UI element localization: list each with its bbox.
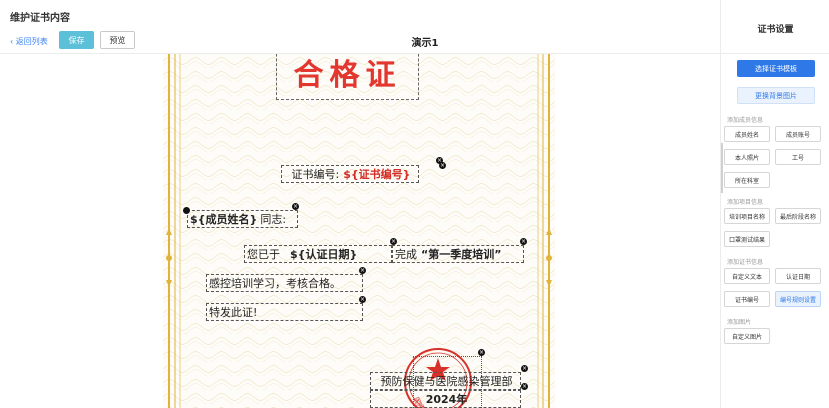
back-link-label: 返回列表 [15, 37, 48, 46]
preview-button[interactable]: 预览 [100, 31, 135, 49]
certificate-preview: 医院感染管理部 合格证 × 证书编号: ${证书编号} × ${成员姓名} 同志… [163, 54, 555, 408]
close-icon[interactable]: × [359, 296, 366, 303]
section-label-certificate: 添加证书信息 [727, 259, 764, 266]
year-text: 2024年 [425, 393, 468, 406]
section-label-project: 添加项目信息 [727, 199, 764, 206]
member-variable: ${成员姓名} [190, 213, 258, 226]
settings-panel: 证书设置 选择证书模板 更换背景图片 添加成员信息 成员姓名 成员账号 本人照片… [720, 0, 829, 408]
course-element[interactable]: 完成 “第一季度培训” [392, 245, 524, 263]
chip-custom-text[interactable]: 自定义文本 [724, 268, 770, 284]
close-icon[interactable]: × [359, 267, 366, 274]
certificate-canvas: 医院感染管理部 合格证 × 证书编号: ${证书编号} × ${成员姓名} 同志… [0, 54, 720, 408]
certificate-editor: 维护证书内容 ‹ 返回列表 保存 预览 演示1 医院 合格证 × 证书编号: $… [0, 0, 829, 408]
issuer-element[interactable]: 预防保健与医院感染管理部 [370, 372, 521, 390]
pass-text-element[interactable]: 感控培训学习，考核合格。 [206, 274, 363, 292]
issue-text-element[interactable]: 特发此证! [206, 303, 363, 321]
change-background-button[interactable]: 更换背景图片 [737, 87, 815, 104]
close-icon[interactable]: × [478, 349, 485, 356]
close-icon[interactable]: × [521, 365, 528, 372]
section-label-image: 添加图片 [727, 319, 752, 326]
back-to-list-link[interactable]: ‹ 返回列表 [10, 36, 48, 47]
section-label-member: 添加成员信息 [727, 117, 764, 124]
close-icon[interactable]: × [520, 238, 527, 245]
member-name-element[interactable]: ${成员姓名} 同志: [187, 210, 298, 228]
certificate-number-element[interactable]: 证书编号: ${证书编号} [281, 165, 419, 183]
course-name: “第一季度培训” [421, 248, 502, 261]
chip-member-name[interactable]: 成员姓名 [724, 126, 770, 142]
close-icon[interactable]: × [439, 162, 446, 169]
resize-handle-icon[interactable] [183, 207, 190, 214]
certificate-background: 医院感染管理部 [163, 54, 555, 408]
chip-number-rule[interactable]: 编号规则设置 [775, 291, 821, 307]
certificate-title: 合格证 [293, 58, 402, 93]
panel-title: 证书设置 [757, 25, 794, 35]
select-template-button[interactable]: 选择证书模板 [737, 60, 815, 77]
chip-project-name[interactable]: 培训项目名称 [724, 208, 770, 224]
certification-date-element[interactable]: 您已于 ${认证日期} [244, 245, 392, 263]
chip-mask-test[interactable]: 口罩测试结果 [724, 231, 770, 247]
pass-text: 感控培训学习，考核合格。 [209, 277, 341, 290]
chip-last-stage[interactable]: 最后阶段名称 [775, 208, 821, 224]
certificate-title-box[interactable]: 合格证 [276, 54, 419, 100]
chip-employee-id[interactable]: 工号 [775, 149, 821, 165]
number-label: 证书编号: [291, 168, 340, 181]
chip-member-account[interactable]: 成员账号 [775, 126, 821, 142]
page-title: 维护证书内容 [10, 13, 70, 24]
certificate-name: 演示1 [411, 38, 439, 49]
year-element[interactable]: 2024年 [370, 390, 521, 408]
date-prefix: 您已于 [247, 248, 280, 261]
panel-scrollbar[interactable] [721, 143, 723, 193]
close-icon[interactable]: × [390, 238, 397, 245]
member-suffix: 同志: [260, 213, 287, 226]
complete-prefix: 完成 [395, 248, 417, 261]
date-variable: ${认证日期} [290, 248, 358, 261]
panel-divider [721, 53, 829, 54]
chip-certification-date[interactable]: 认证日期 [775, 268, 821, 284]
number-variable: ${证书编号} [343, 168, 411, 181]
close-icon[interactable]: × [521, 383, 528, 390]
chip-custom-image[interactable]: 自定义图片 [724, 328, 770, 344]
chip-department[interactable]: 所在科室 [724, 172, 770, 188]
chip-certificate-number[interactable]: 证书编号 [724, 291, 770, 307]
issue-text: 特发此证! [209, 306, 258, 319]
close-icon[interactable]: × [292, 203, 299, 210]
chip-member-photo[interactable]: 本人照片 [724, 149, 770, 165]
issuer-text: 预防保健与医院感染管理部 [380, 375, 513, 388]
save-button[interactable]: 保存 [59, 31, 94, 49]
